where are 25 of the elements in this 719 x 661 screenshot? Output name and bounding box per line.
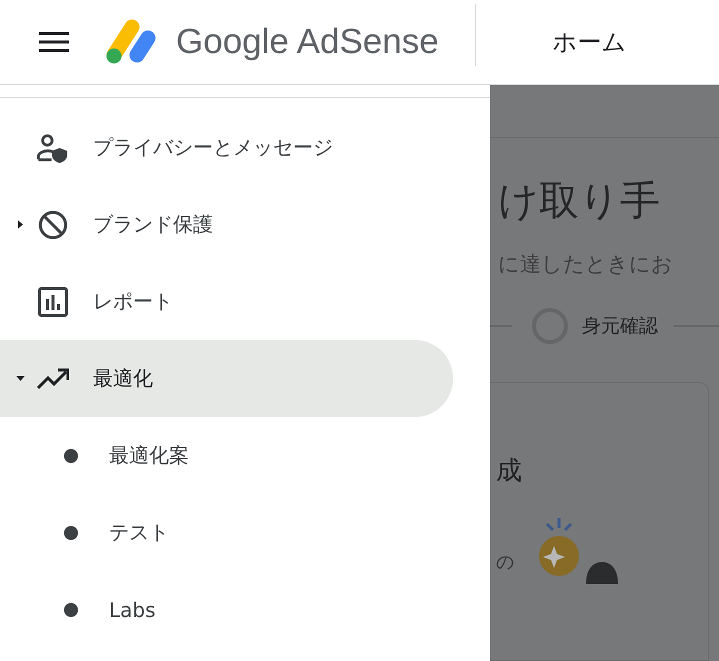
- card-title: 成: [495, 455, 523, 488]
- caret-icon: [16, 376, 24, 381]
- brand-name: Google AdSense: [176, 22, 439, 62]
- step-label: 身元確認: [582, 314, 658, 339]
- card-text: の: [495, 551, 514, 574]
- bullet-icon: [64, 526, 78, 540]
- bullet-icon: [64, 448, 78, 462]
- logo-icon: [104, 19, 156, 65]
- nav-item[interactable]: 最適化: [0, 340, 453, 417]
- prohibited-icon: [37, 210, 69, 240]
- nav-item[interactable]: ブランド保護: [0, 186, 490, 263]
- nav-subitem[interactable]: Labs: [0, 571, 490, 648]
- nav-subitem[interactable]: テスト: [0, 494, 490, 571]
- menu-icon[interactable]: [39, 31, 69, 53]
- page-title: ホーム: [552, 27, 627, 58]
- nav-subitem[interactable]: 最適化案: [0, 417, 490, 494]
- caret-icon: [18, 220, 22, 229]
- person-shield-icon: [37, 132, 69, 162]
- nav-item[interactable]: プライバシーとメッセージ: [0, 109, 490, 186]
- page-heading: け取り手: [497, 177, 661, 226]
- nav-item[interactable]: レポート: [0, 263, 490, 340]
- subtitle-text: に達したときにお: [497, 251, 674, 278]
- bar-chart-icon: [37, 286, 69, 316]
- person-illustration-drawing: [584, 560, 620, 584]
- bullet-icon: [64, 602, 78, 616]
